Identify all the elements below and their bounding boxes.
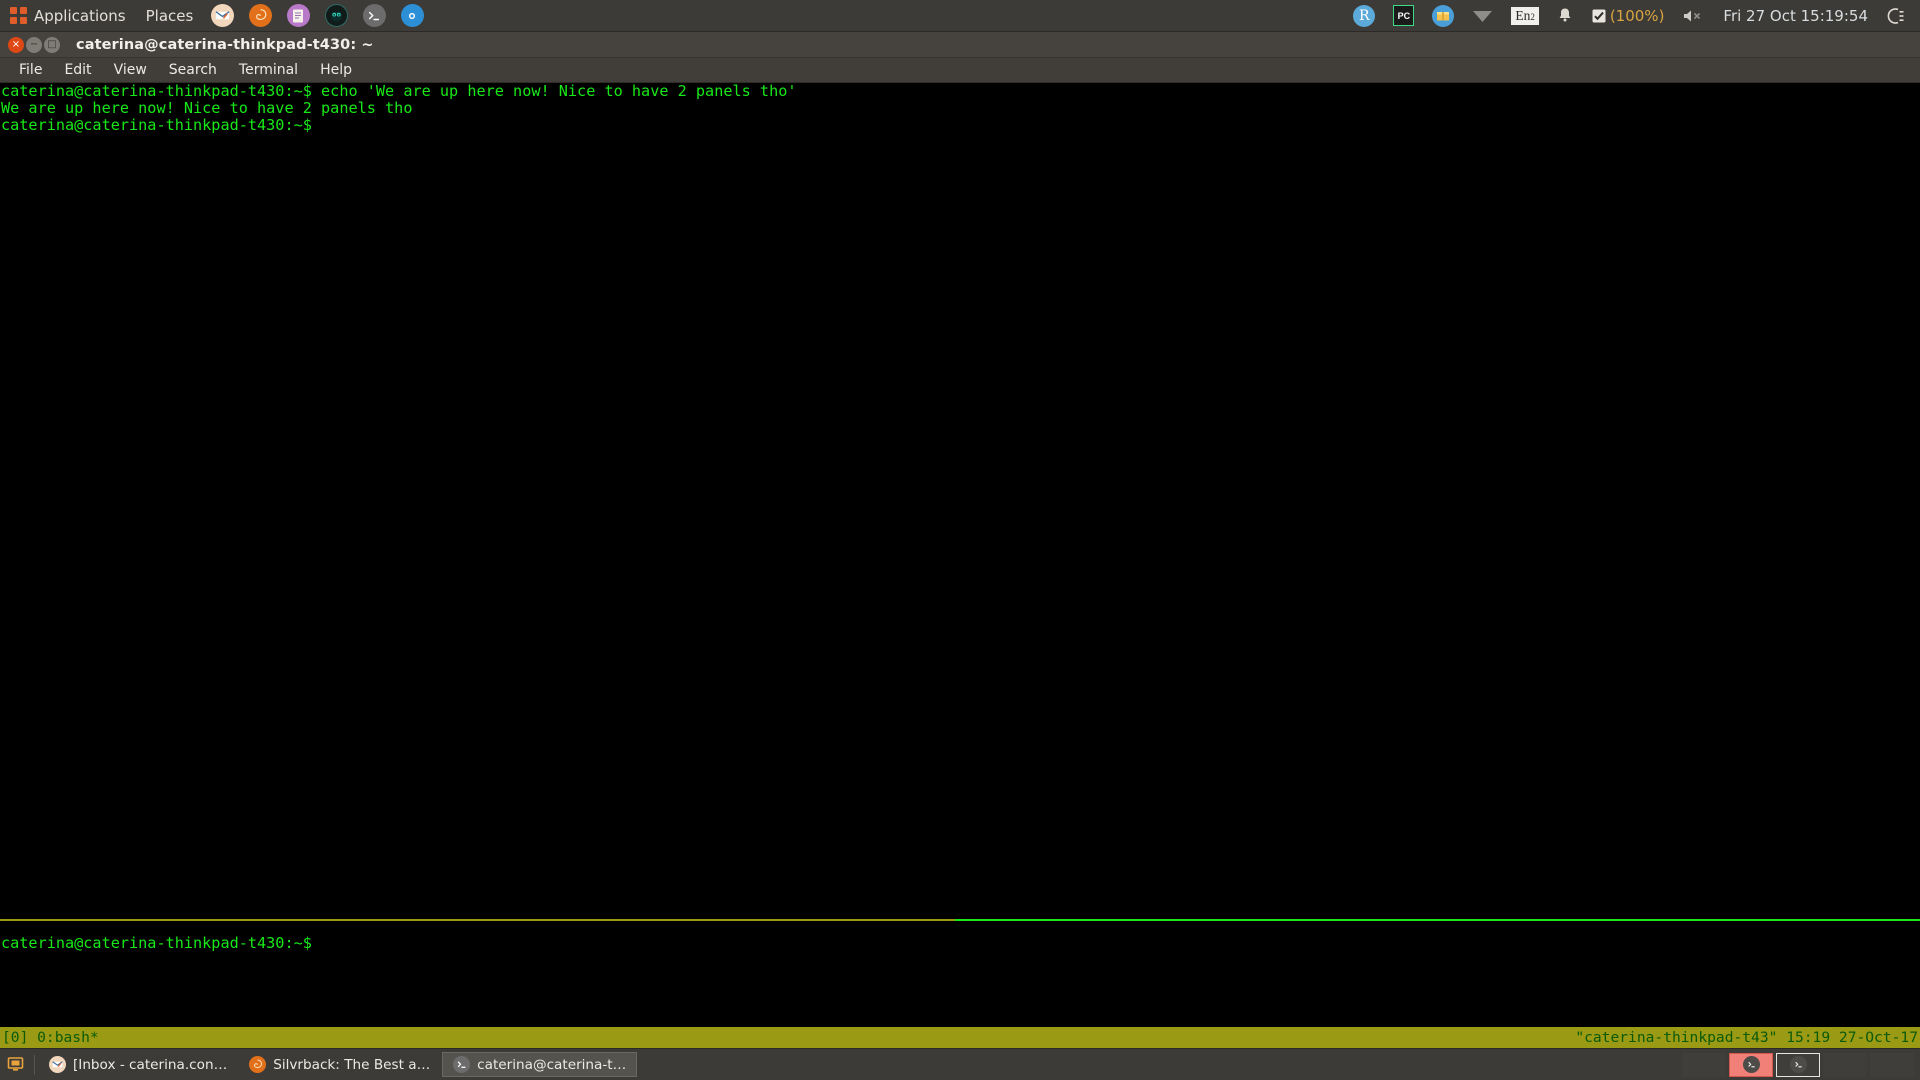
workspace-4[interactable]	[1823, 1052, 1867, 1077]
tmux-pane-divider[interactable]	[0, 919, 1920, 921]
tmux-pane-lower[interactable]: caterina@caterina-thinkpad-t430:~$	[0, 934, 1920, 952]
package-icon	[1432, 4, 1455, 27]
gimp-icon	[324, 4, 348, 27]
volume-muted-icon	[1682, 8, 1704, 24]
thunderbird-launcher[interactable]	[203, 0, 241, 32]
keyboard-layout-glyph: En 2	[1511, 6, 1539, 25]
taskbar-item-label: caterina@caterina-t…	[477, 1056, 627, 1073]
tmux-window-list[interactable]: [0] 0:bash*	[0, 1029, 99, 1046]
taskbar-item-terminal[interactable]: caterina@caterina-t…	[442, 1052, 638, 1077]
minimize-button[interactable]: −	[26, 36, 42, 53]
wifi-icon	[1472, 8, 1493, 24]
files-launcher[interactable]	[279, 0, 317, 32]
battery-percent-label: (100%)	[1609, 6, 1665, 25]
bottom-panel: [Inbox - caterina.con… Silvrback: The Be…	[0, 1048, 1920, 1080]
bell-icon	[1557, 7, 1573, 24]
software-updates-tray-icon[interactable]	[1423, 0, 1463, 32]
terminal-body[interactable]: caterina@caterina-thinkpad-t430:~$ echo …	[0, 83, 1920, 1048]
workspace-window-thumbnail	[1787, 1056, 1809, 1074]
maximize-button[interactable]: □	[44, 36, 60, 53]
workspace-3[interactable]	[1776, 1052, 1820, 1077]
battery-indicator[interactable]: (100%)	[1582, 0, 1674, 32]
volume-indicator[interactable]	[1673, 0, 1713, 32]
notifications-tray-icon[interactable]	[1548, 0, 1582, 32]
workspace-pager[interactable]	[1682, 1049, 1920, 1080]
workspace-2[interactable]	[1729, 1052, 1773, 1077]
menu-terminal[interactable]: Terminal	[228, 58, 309, 82]
pane-divider-active-segment	[955, 919, 1920, 921]
keyboard-layout-sub: 2	[1530, 11, 1535, 22]
terminal-line: caterina@caterina-thinkpad-t430:~$	[1, 934, 322, 952]
taskbar-item-firefox[interactable]: Silvrback: The Best a…	[239, 1052, 440, 1077]
menu-edit[interactable]: Edit	[53, 58, 102, 82]
close-button[interactable]: ×	[8, 36, 24, 53]
rstudio-tray-icon[interactable]: R	[1344, 0, 1384, 32]
firefox-icon	[249, 1056, 267, 1073]
terminal-icon	[453, 1056, 471, 1073]
grid-icon	[10, 7, 27, 24]
places-menu[interactable]: Places	[136, 0, 204, 31]
top-panel: Applications Places R PC En 2 (100%) Fri…	[0, 0, 1920, 32]
applications-menu-label: Applications	[34, 6, 126, 25]
files-icon	[286, 4, 310, 27]
firefox-launcher[interactable]	[241, 0, 279, 32]
menubar: File Edit View Search Terminal Help	[0, 58, 1920, 83]
keyboard-layout-indicator[interactable]: En 2	[1502, 0, 1548, 32]
terminal-icon	[1742, 1056, 1760, 1073]
keyboard-layout-label: En	[1515, 7, 1531, 23]
tmux-session-info: "caterina-thinkpad-t43" 15:19 27-Oct-17	[1575, 1028, 1918, 1046]
thunderbird-icon	[49, 1056, 66, 1073]
menu-view[interactable]: View	[103, 58, 158, 82]
terminal-window: × − □ caterina@caterina-thinkpad-t430: ~…	[0, 32, 1920, 1048]
battery-icon	[1591, 8, 1607, 24]
show-desktop-button[interactable]	[0, 1049, 30, 1080]
taskbar-item-label: [Inbox - caterina.con…	[73, 1056, 228, 1073]
applications-menu[interactable]: Applications	[0, 0, 136, 31]
rstudio-glyph: R	[1353, 4, 1376, 27]
window-titlebar[interactable]: × − □ caterina@caterina-thinkpad-t430: ~	[0, 32, 1920, 58]
settings-launcher[interactable]	[393, 0, 431, 32]
thunderbird-icon	[210, 4, 234, 27]
menu-search[interactable]: Search	[158, 58, 228, 82]
taskbar-item-thunderbird[interactable]: [Inbox - caterina.con…	[39, 1052, 237, 1077]
gimp-launcher[interactable]	[317, 0, 355, 32]
terminal-line: caterina@caterina-thinkpad-t430:~$ echo …	[1, 83, 797, 100]
places-menu-label: Places	[145, 6, 194, 25]
firefox-icon	[248, 4, 272, 27]
workspace-1[interactable]	[1682, 1052, 1726, 1077]
clock[interactable]: Fri 27 Oct 15:19:54	[1713, 0, 1878, 32]
network-tray-icon[interactable]	[1463, 0, 1502, 32]
top-panel-tray: R PC En 2 (100%) Fri 27 Oct 15:19:54	[1344, 0, 1920, 31]
terminal-launcher[interactable]	[355, 0, 393, 32]
terminal-line: We are up here now! Nice to have 2 panel…	[1, 99, 413, 118]
terminal-icon	[1789, 1056, 1807, 1073]
top-panel-left: Applications Places	[0, 0, 431, 31]
menu-help[interactable]: Help	[309, 58, 363, 82]
window-title: caterina@caterina-thinkpad-t430: ~	[76, 36, 374, 53]
workspace-5[interactable]	[1870, 1052, 1914, 1077]
tmux-status-bar: [0] 0:bash* "caterina-thinkpad-t43" 15:1…	[0, 1027, 1920, 1048]
power-menu-button[interactable]	[1878, 0, 1914, 32]
menu-file[interactable]: File	[8, 58, 53, 82]
tmux-pane-upper[interactable]: caterina@caterina-thinkpad-t430:~$ echo …	[0, 83, 1920, 135]
pycharm-glyph: PC	[1393, 5, 1415, 26]
terminal-line: caterina@caterina-thinkpad-t430:~$	[1, 116, 322, 135]
pane-divider-inactive-segment	[0, 919, 955, 921]
workspace-window-thumbnail	[1740, 1056, 1762, 1074]
gear-icon	[400, 4, 424, 27]
panel-separator	[34, 1054, 35, 1075]
terminal-icon	[362, 4, 386, 27]
taskbar-item-label: Silvrback: The Best a…	[273, 1056, 431, 1073]
power-icon	[1887, 7, 1905, 25]
pycharm-tray-icon[interactable]: PC	[1384, 0, 1423, 32]
